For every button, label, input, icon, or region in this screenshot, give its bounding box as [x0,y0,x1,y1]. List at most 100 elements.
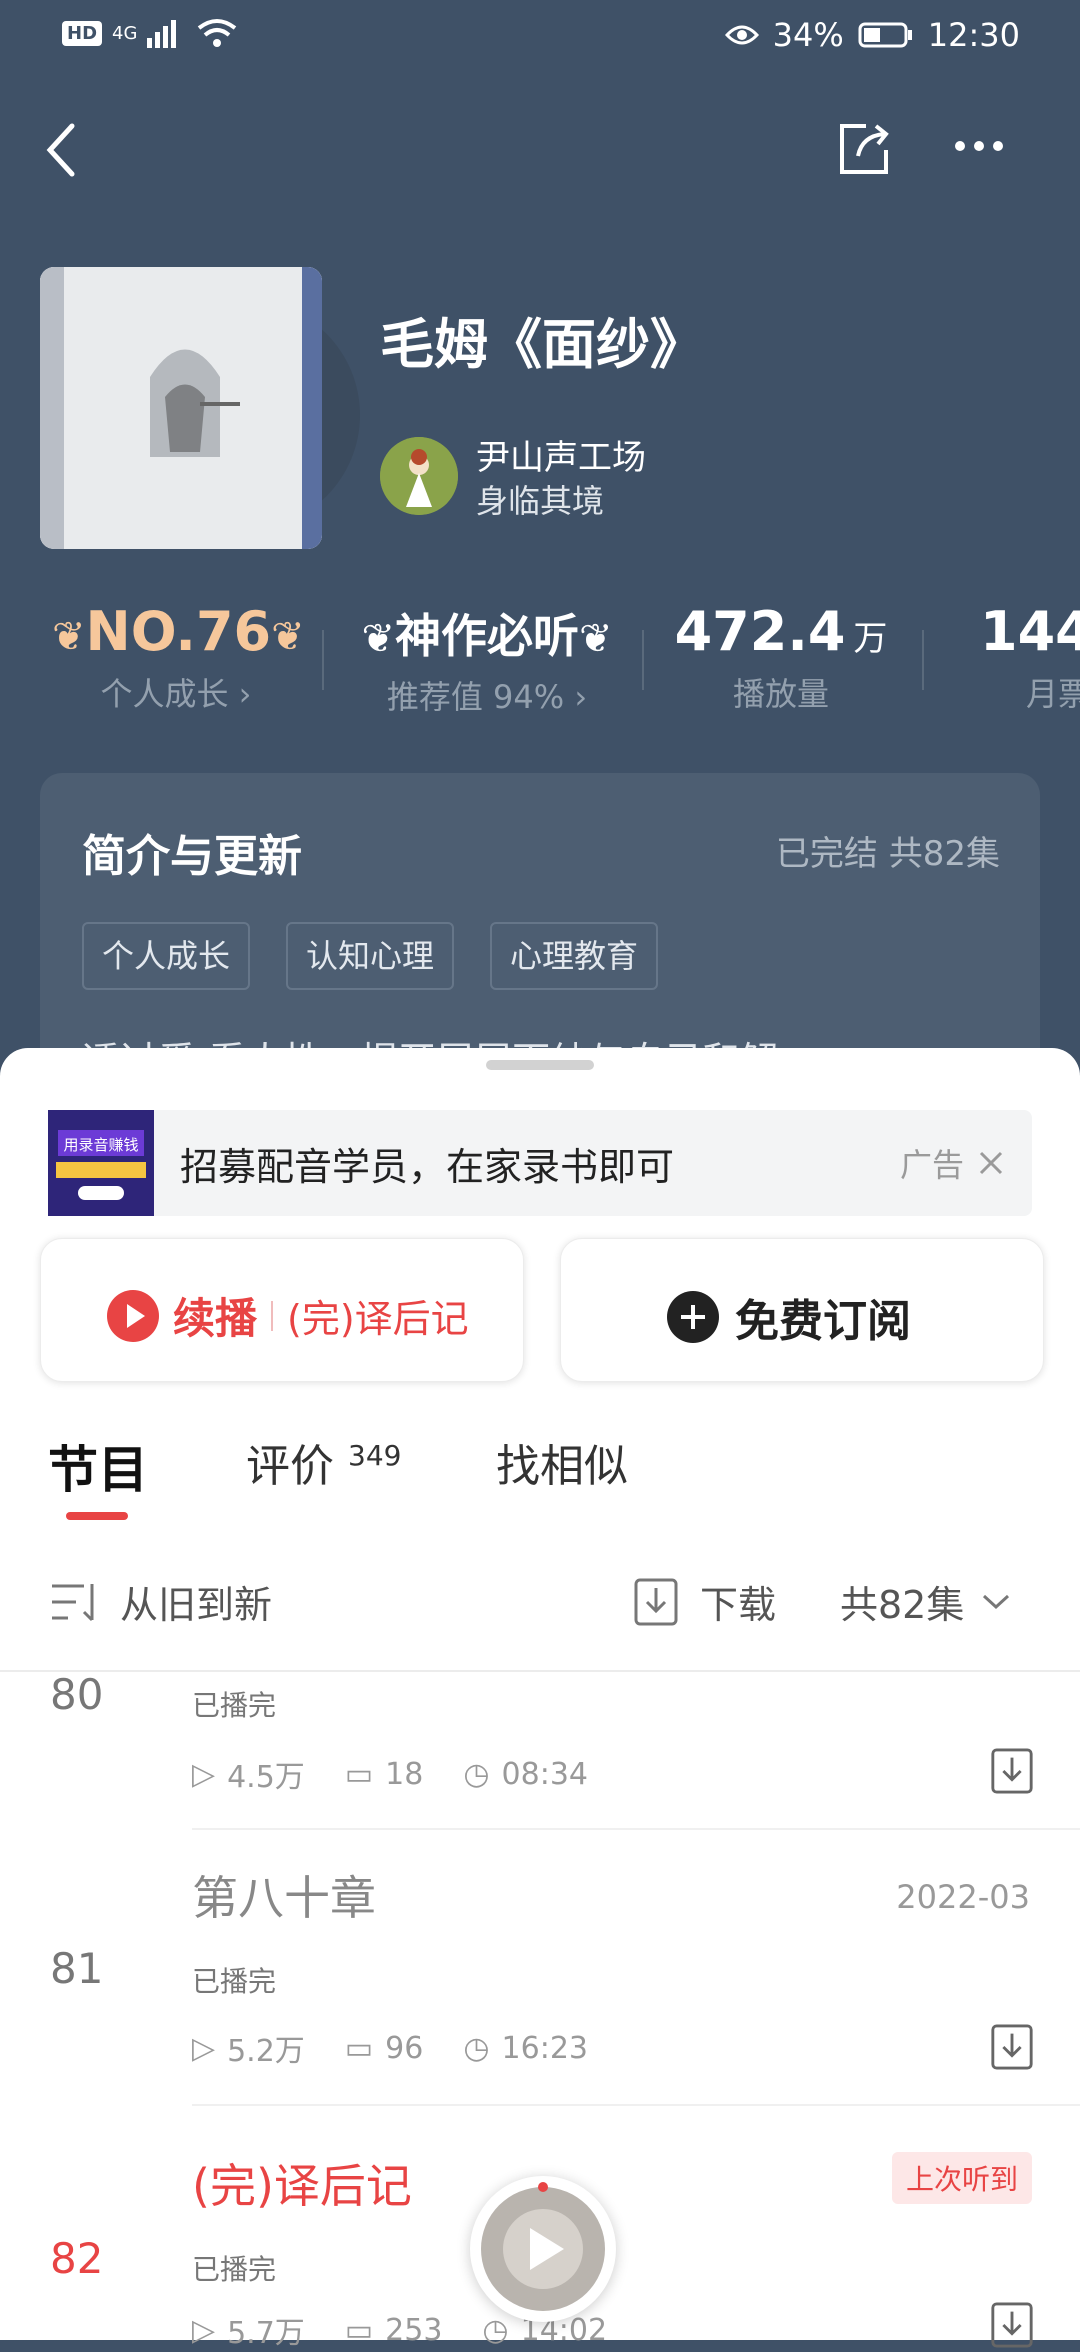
laurel-left-icon: ❦ [361,616,395,662]
row-divider [192,2104,1080,2106]
episode-range-select[interactable]: 共82集 [840,1574,1010,1629]
continue-play-button[interactable]: 续播 (完)译后记 [40,1238,524,1382]
intro-title: 简介与更新 [82,831,302,882]
status-right: 34% 12:30 [724,16,1020,54]
back-icon[interactable] [44,122,78,178]
subscribe-button[interactable]: 免费订阅 [560,1238,1044,1382]
row-divider [192,1828,1080,1830]
mini-player-button[interactable] [470,2176,616,2322]
tag-personal-growth[interactable]: 个人成长 [82,922,251,990]
continue-label: 续播 [173,1294,258,1343]
laurel-right-icon: ❦ [579,616,613,662]
clock: 12:30 [927,16,1020,54]
stat-divider [922,630,924,690]
tab-reviews[interactable]: 评价 349 [246,1430,401,1494]
played-status: 已播完 [192,2253,277,2286]
rank-value: ❦NO.76❦ [52,600,305,663]
plays-value: 472.4 万 [674,600,888,663]
sort-icon [52,1583,94,1621]
episode-date: 2022-03 [896,1878,1030,1916]
download-icon[interactable] [990,2302,1034,2348]
play-count-icon: ▷ [192,1756,216,1792]
download-label: 下载 [700,1583,777,1627]
monthly-stat[interactable]: 144 月票 [980,600,1080,715]
played-status: 已播完 [192,1689,277,1722]
plus-icon [667,1291,719,1343]
status-bar: HD 4G 34% 12:30 [0,0,1080,80]
author-subtitle: 身临其境 [476,482,605,520]
play-count-icon: ▷ [192,2030,216,2066]
played-status: 已播完 [192,1965,277,1998]
comment-icon: ▭ [344,1756,374,1792]
play-icon [107,1289,159,1342]
share-icon[interactable] [836,120,894,178]
drag-handle[interactable] [486,1060,594,1070]
play-count-icon: ▷ [192,2312,216,2348]
tab-active-indicator [66,1512,128,1520]
plays-label: 播放量 [732,675,829,713]
list-item[interactable]: 80 已播完 ▷ 4.5万 ▭ 18 ◷ 08:34 [0,1670,1080,1826]
plays-stat: 472.4 万 播放量 [662,600,900,715]
svg-text:用录音赚钱: 用录音赚钱 [63,1137,138,1154]
album-title: 毛姆《面纱》 [380,313,704,376]
ad-text[interactable]: 招募配音学员，在家录书即可 [180,1136,674,1191]
list-item[interactable]: 第八十章 2022-03 81 已播完 ▷ 5.2万 ▭ 96 ◷ 16:23 [0,1832,1080,2102]
download-all-button[interactable]: 下载 [634,1574,776,1629]
tag-cognitive-psychology[interactable]: 认知心理 [286,922,455,990]
recommend-stat[interactable]: ❦神作必听❦ 推荐值 94% › [342,600,632,718]
laurel-left-icon: ❦ [52,614,86,660]
rank-category: 个人成长 › [100,675,252,713]
ad-label: 广告 [900,1146,965,1184]
sort-toggle[interactable]: 从旧到新 [50,1574,272,1629]
hd-icon: HD [62,20,103,46]
tag-psychology-education[interactable]: 心理教育 [490,922,659,990]
status-left: HD 4G [62,18,237,48]
episode-number: 81 [50,1944,104,1993]
laurel-right-icon: ❦ [271,614,305,660]
album-cover[interactable] [40,267,322,549]
badge-value: ❦神作必听❦ [361,609,613,663]
episode-meta: ▷ 5.2万 ▭ 96 ◷ 16:23 [192,2030,588,2070]
subscribe-label: 免费订阅 [735,1296,911,1347]
tab-episodes[interactable]: 节目 [48,1430,148,1502]
ad-image[interactable]: 用录音赚钱 [48,1110,154,1216]
review-count: 349 [348,1439,402,1473]
episode-number: 82 [50,2234,104,2283]
comment-icon: ▭ [344,2030,374,2066]
close-icon[interactable] [978,1150,1004,1176]
eye-icon [724,25,759,45]
more-icon[interactable] [954,140,1004,152]
ad-image-art: 用录音赚钱 [48,1110,154,1216]
author-avatar[interactable] [380,437,458,515]
episode-meta: ▷ 4.5万 ▭ 18 ◷ 08:34 [192,1756,588,1796]
battery-percent: 34% [772,16,844,54]
monthly-value: 144 [980,600,1080,663]
battery-icon [858,22,912,48]
episode-number: 80 [50,1670,104,1719]
top-bar [0,100,1080,200]
book-cover-art [40,267,322,549]
stat-divider [322,630,324,690]
continue-episode: (完)译后记 [287,1297,469,1341]
total-episodes: 共82集 [840,1583,965,1627]
tab-similar[interactable]: 找相似 [496,1430,628,1494]
clock-icon: ◷ [463,2030,490,2066]
author-name[interactable]: 尹山声工场 [476,430,646,479]
wifi-icon [198,19,237,47]
episode-title: 第八十章 [192,1871,376,1925]
clock-icon: ◷ [463,1756,490,1792]
network-label: 4G [112,22,138,44]
rank-stat[interactable]: ❦NO.76❦ 个人成长 › [52,600,305,715]
last-listened-badge: 上次听到 [891,2152,1032,2204]
download-icon [634,1578,678,1625]
signal-icon [147,20,177,48]
monthly-label: 月票 [1026,675,1080,713]
download-icon[interactable] [990,1748,1034,1794]
download-icon[interactable] [990,2024,1034,2070]
recommend-value: 推荐值 94% › [386,678,588,716]
button-divider [271,1300,274,1331]
chevron-down-icon [983,1594,1010,1609]
comment-icon: ▭ [344,2312,374,2348]
mini-player-art [481,2182,605,2311]
intro-status: 已完结 共82集 [775,834,1000,874]
